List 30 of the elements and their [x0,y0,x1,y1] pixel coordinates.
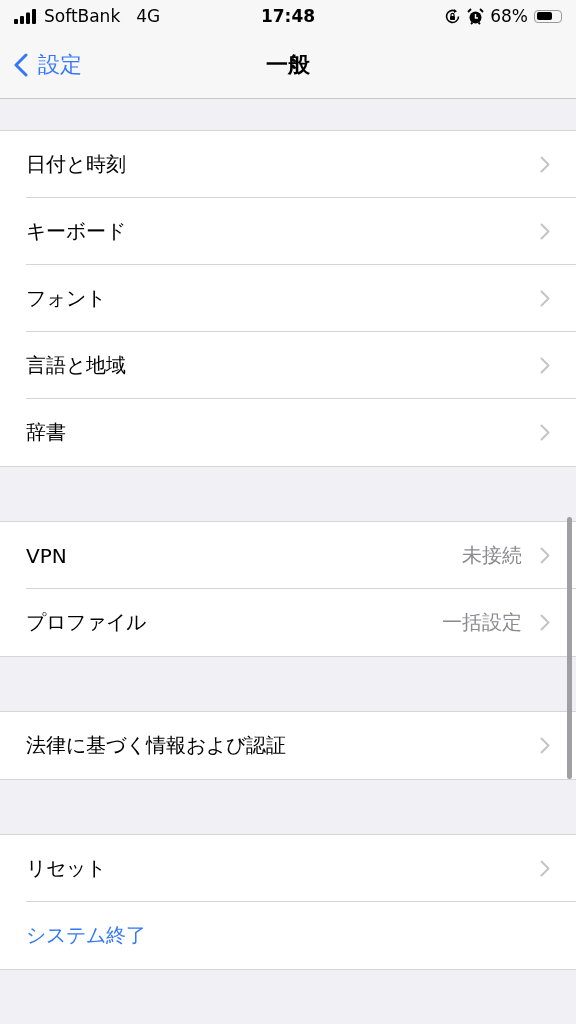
settings-row[interactable]: リセット [0,835,576,902]
chevron-icon [540,357,550,374]
carrier-name: SoftBank [44,6,121,26]
settings-row[interactable]: 言語と地域 [0,332,576,399]
rotation-lock-icon [444,7,462,25]
chevron-icon [540,547,550,564]
battery-icon [534,9,562,23]
settings-row[interactable]: VPN 未接続 [0,522,576,589]
chevron-icon [540,860,550,877]
status-time: 17:48 [260,6,316,26]
page-title: 一般 [266,51,310,79]
settings-row[interactable]: プロファイル 一括設定 [0,589,576,656]
signal-icon [14,8,38,24]
chevron-icon [540,156,550,173]
settings-row[interactable]: キーボード [0,198,576,265]
settings-row[interactable]: 法律に基づく情報および認証 [0,712,576,779]
settings-row[interactable]: 日付と時刻 [0,131,576,198]
action-row[interactable]: システム終了 [0,902,576,969]
chevron-icon [540,424,550,441]
settings-row[interactable]: フォント [0,265,576,332]
network-type: 4G [136,6,161,26]
battery-percent: 68% [490,6,528,26]
back-chevron-icon [14,53,28,77]
chevron-icon [540,223,550,240]
chevron-icon [540,737,550,754]
chevron-icon [540,614,550,631]
settings-row[interactable]: 辞書 [0,399,576,466]
back-button[interactable]: 設定 [0,50,82,80]
alarm-icon [467,7,485,25]
chevron-icon [540,290,550,307]
